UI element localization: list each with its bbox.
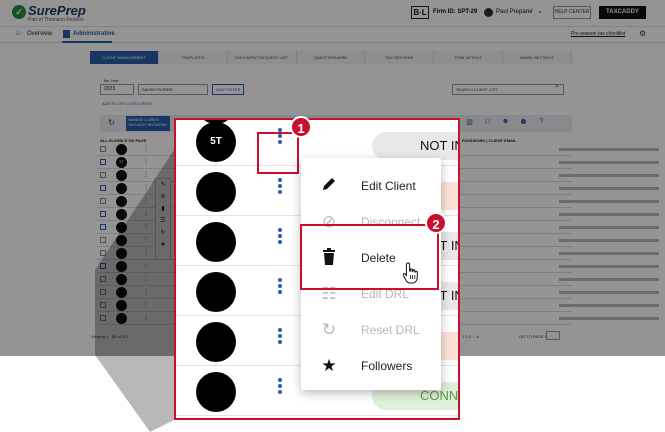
step-badge-1: 1	[290, 116, 312, 138]
row-actions-icon[interactable]	[270, 326, 290, 356]
avatar: 5T	[196, 122, 236, 162]
avatar	[196, 172, 236, 212]
hand-cursor-icon	[402, 262, 418, 284]
row-actions-highlight	[257, 132, 299, 174]
row-actions-icon[interactable]	[270, 276, 290, 306]
pencil-icon	[319, 176, 339, 196]
menu-item-label: Followers	[361, 359, 413, 373]
row-actions-icon[interactable]	[270, 226, 290, 256]
avatar	[196, 322, 236, 362]
status-pill: NOT IN	[372, 132, 458, 160]
menu-item-followers[interactable]: ★ Followers	[301, 348, 441, 384]
row-actions-icon[interactable]	[270, 376, 290, 406]
avatar	[196, 222, 236, 262]
row-actions-icon[interactable]	[270, 176, 290, 206]
menu-item-label: Edit Client	[361, 179, 416, 193]
menu-item-label: Reset DRL	[361, 323, 420, 337]
star-icon: ★	[321, 356, 337, 375]
step-badge-2: 2	[425, 212, 447, 234]
avatar	[196, 272, 236, 312]
menu-item-reset-drl[interactable]: ↻ Reset DRL	[301, 312, 441, 348]
menu-item-edit-client[interactable]: Edit Client	[301, 168, 441, 204]
tutorial-screenshot: ✓ SurePrep Part of Thomson Reuters B·L F…	[0, 0, 665, 432]
reset-icon: ↻	[321, 320, 337, 339]
avatar	[196, 372, 236, 412]
